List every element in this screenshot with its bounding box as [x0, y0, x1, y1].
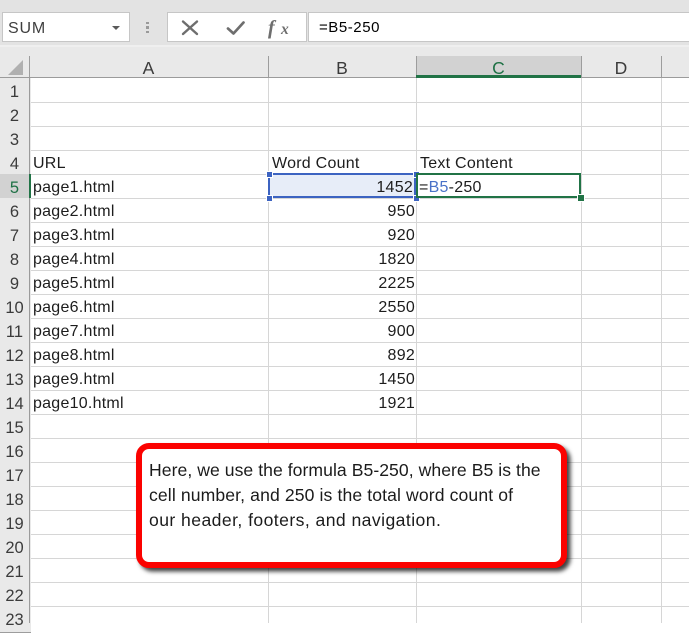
- svg-text:x: x: [280, 21, 289, 38]
- svg-text:f: f: [268, 17, 277, 39]
